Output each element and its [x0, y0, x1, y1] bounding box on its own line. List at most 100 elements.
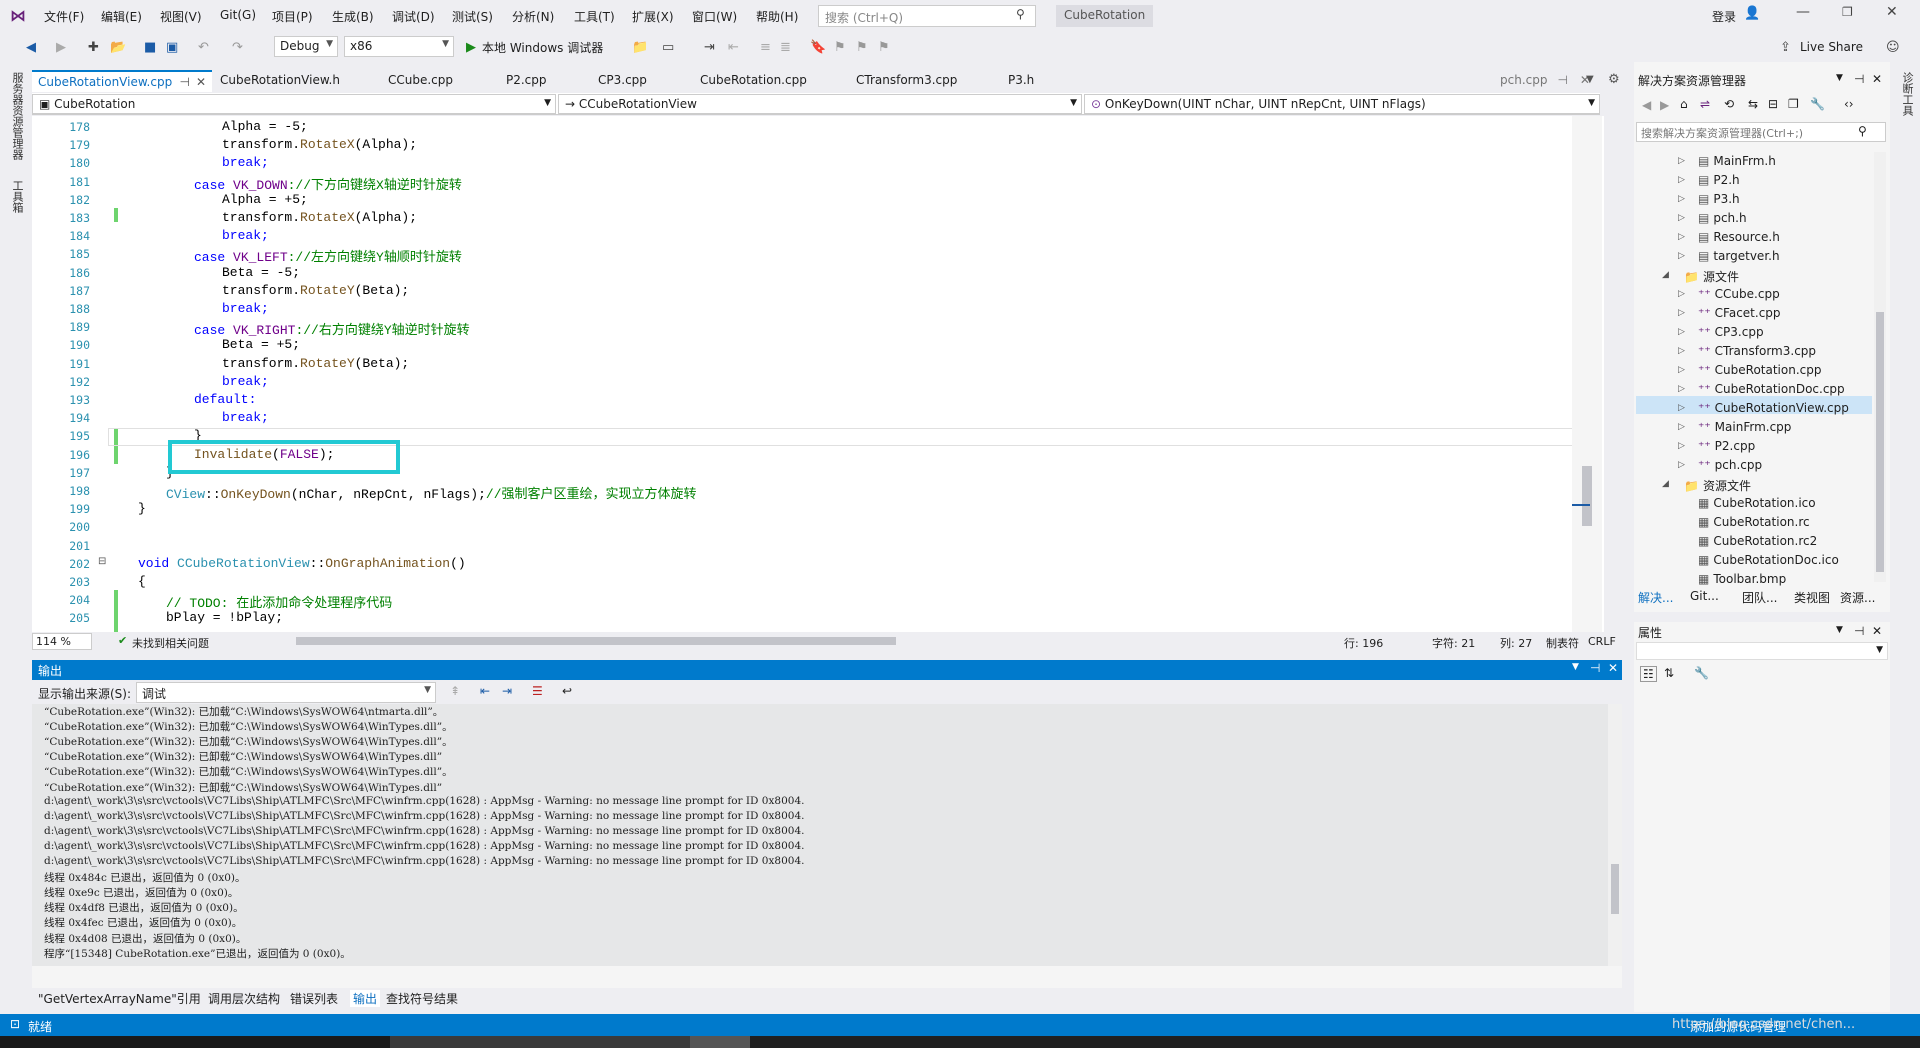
collapse-arrow-icon[interactable]: ▷ [1678, 403, 1685, 413]
editor-scrollbar[interactable] [1572, 116, 1602, 632]
home-icon[interactable]: ⌂ [1680, 97, 1688, 111]
tree-item[interactable]: ▦ CubeRotation.rc2 [1698, 534, 1817, 548]
issues-text[interactable]: 未找到相关问题 [132, 635, 209, 651]
play-icon[interactable]: ▶ [466, 40, 476, 55]
tree-item[interactable]: ▷ ⁺⁺ MainFrm.cpp [1678, 420, 1791, 434]
member-dropdown[interactable]: ⊙ OnKeyDown(UINT nChar, UINT nRepCnt, UI… [1084, 94, 1600, 114]
tab-cuberotationview-h[interactable]: CubeRotationView.h [214, 70, 346, 92]
scrollbar-thumb[interactable] [1582, 466, 1592, 526]
pin-icon[interactable]: ⊣ [1854, 624, 1864, 638]
collapse-icon[interactable]: ⊟ [98, 556, 106, 567]
undo-icon[interactable]: ↶ [198, 40, 209, 55]
outdent-icon[interactable]: ⇤ [728, 40, 739, 55]
new-project-icon[interactable]: ✚ [88, 40, 99, 55]
tab-p3-h[interactable]: P3.h [1002, 70, 1040, 92]
close-button[interactable]: ✕ [1886, 4, 1898, 20]
open-folder-icon[interactable]: 📂 [110, 40, 126, 55]
search-icon[interactable]: ⚲ [1858, 124, 1867, 138]
close-icon[interactable]: ✕ [1608, 661, 1618, 675]
search-icon[interactable]: ⚲ [1016, 7, 1025, 21]
property-pages-icon[interactable]: 🔧 [1694, 666, 1709, 680]
prev-message-icon[interactable]: ⇤ [480, 684, 490, 698]
redo-icon[interactable]: ↷ [232, 40, 243, 55]
tab-cp3-cpp[interactable]: CP3.cpp [592, 70, 653, 92]
properties-icon[interactable]: 🔧 [1810, 97, 1825, 111]
collapse-arrow-icon[interactable]: ▷ [1678, 346, 1685, 356]
window-icon[interactable]: ▭ [662, 40, 674, 55]
collapse-arrow-icon[interactable]: ▷ [1678, 156, 1685, 166]
tab-cuberotation-cpp[interactable]: CubeRotation.cpp [694, 70, 813, 92]
collapse-arrow-icon[interactable]: ▷ [1678, 441, 1685, 451]
menu-item-12[interactable]: 帮助(H) [756, 8, 798, 25]
bookmark-icon[interactable]: 🔖 [810, 40, 826, 55]
tree-item[interactable]: ▦ Toolbar.bmp [1698, 572, 1786, 586]
menu-item-0[interactable]: 文件(F) [44, 8, 84, 25]
pin-icon[interactable]: ⊣ [1557, 73, 1567, 87]
menu-item-6[interactable]: 调试(D) [392, 8, 435, 25]
menu-item-7[interactable]: 测试(S) [452, 8, 493, 25]
save-all-icon[interactable]: ▣ [166, 40, 178, 55]
folder-icon[interactable]: 📁 [632, 40, 648, 55]
code-icon[interactable]: ‹› [1844, 97, 1854, 111]
forward-icon[interactable]: ▶ [1660, 98, 1669, 112]
close-icon[interactable]: ✕ [1872, 624, 1882, 638]
tree-item[interactable]: ▷ ⁺⁺ CubeRotation.cpp [1678, 363, 1822, 377]
tree-item[interactable]: ▷ ⁺⁺ CCube.cpp [1678, 287, 1780, 301]
tab-pch-cpp[interactable]: pch.cpp ⊣ ✕ [1494, 70, 1596, 92]
expand-icon[interactable]: ◢ [1662, 479, 1669, 489]
collapse-arrow-icon[interactable]: ▷ [1678, 232, 1685, 242]
alphabetical-icon[interactable]: ⇅ [1664, 666, 1674, 680]
clear-bookmark-icon[interactable]: ⚑ [878, 40, 890, 55]
back-icon[interactable]: ◀ [26, 40, 36, 55]
collapse-arrow-icon[interactable]: ▷ [1678, 365, 1685, 375]
minimize-button[interactable]: — [1796, 4, 1810, 20]
tree-item[interactable]: ▷ ▤ MainFrm.h [1678, 154, 1776, 168]
collapse-arrow-icon[interactable]: ▷ [1678, 175, 1685, 185]
tree-item[interactable]: ◢ 📁 源文件 [1662, 268, 1739, 285]
tree-item[interactable]: ▷ ⁺⁺ CTransform3.cpp [1678, 344, 1816, 358]
collapse-arrow-icon[interactable]: ▷ [1678, 194, 1685, 204]
switch-views-icon[interactable]: ⇌ [1700, 97, 1710, 111]
horizontal-scrollbar[interactable] [296, 637, 896, 645]
tree-item[interactable]: ▷ ▤ Resource.h [1678, 230, 1780, 244]
tab-error-list[interactable]: 错误列表 [290, 990, 338, 1007]
prev-bookmark-icon[interactable]: ⚑ [834, 40, 846, 55]
find-message-icon[interactable]: ⇞ [450, 684, 460, 698]
menu-item-4[interactable]: 项目(P) [272, 8, 313, 25]
collapse-arrow-icon[interactable]: ▷ [1678, 460, 1685, 470]
tree-item[interactable]: ◢ 📁 资源文件 [1662, 477, 1751, 494]
pin-icon[interactable]: ⊣ [1590, 661, 1600, 675]
tree-item[interactable]: ▷ ▤ P3.h [1678, 192, 1740, 206]
live-share-button[interactable]: Live Share [1800, 40, 1863, 54]
search-input[interactable]: 搜索 (Ctrl+Q) [818, 5, 1036, 27]
tab-ccube-cpp[interactable]: CCube.cpp [382, 70, 459, 92]
tree-item[interactable]: ▷ ⁺⁺ CFacet.cpp [1678, 306, 1781, 320]
menu-item-1[interactable]: 编辑(E) [101, 8, 142, 25]
account-icon[interactable]: 👤 [1744, 6, 1760, 21]
code-editor[interactable]: 178 179 180 181 182 183 184 185 186 187 188 189 190 1… [32, 116, 1604, 632]
word-wrap-icon[interactable]: ↩ [562, 684, 572, 698]
object-select[interactable]: ▼ [1636, 642, 1888, 660]
close-icon[interactable]: ✕ [1872, 72, 1882, 86]
menu-item-11[interactable]: 窗口(W) [692, 8, 737, 25]
menu-item-5[interactable]: 生成(B) [332, 8, 374, 25]
tab-indicator[interactable]: 制表符 [1546, 635, 1579, 651]
project-dropdown[interactable]: ▣ CubeRotation ▼ [32, 94, 556, 114]
chevron-down-icon[interactable]: ▼ [1836, 625, 1843, 635]
tree-item[interactable]: ▷ ▤ P2.h [1678, 173, 1740, 187]
vs-logo-icon[interactable]: ⋈ [10, 6, 26, 25]
server-explorer-tab[interactable]: 服务器资源管理器 [9, 72, 25, 160]
tree-item[interactable]: ▷ ▤ targetver.h [1678, 249, 1780, 263]
collapse-arrow-icon[interactable]: ▷ [1678, 308, 1685, 318]
scrollbar-thumb[interactable] [1876, 312, 1884, 572]
menu-item-3[interactable]: Git(G) [220, 8, 256, 22]
run-debugger-button[interactable]: 本地 Windows 调试器 [482, 39, 603, 56]
save-icon[interactable]: ■ [144, 40, 156, 55]
collapse-arrow-icon[interactable]: ▷ [1678, 384, 1685, 394]
menu-item-10[interactable]: 扩展(X) [632, 8, 674, 25]
zoom-select[interactable]: 114 % [32, 633, 92, 650]
platform-select[interactable]: x86 ▼ [344, 36, 454, 57]
back-icon[interactable]: ◀ [1642, 98, 1651, 112]
close-icon[interactable]: ✕ [196, 75, 206, 89]
eol-indicator[interactable]: CRLF [1588, 635, 1616, 648]
